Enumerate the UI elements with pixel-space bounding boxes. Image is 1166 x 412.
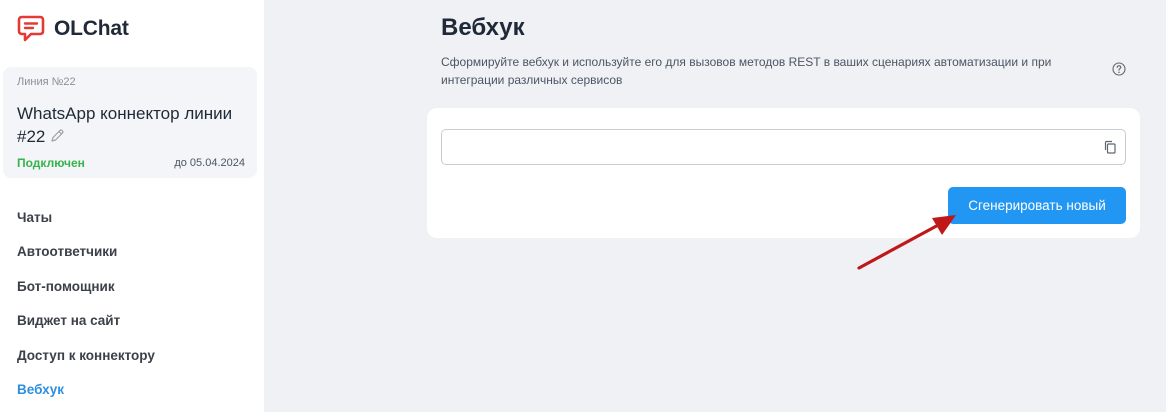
- sidebar-item-webhook[interactable]: Вебхук: [0, 373, 264, 407]
- line-card: Линия №22 WhatsApp коннектор линии #22 П…: [3, 67, 257, 178]
- page-title: Вебхук: [441, 14, 525, 41]
- expiry-date: до 05.04.2024: [174, 157, 245, 169]
- sidebar: OLChat Линия №22 WhatsApp коннектор лини…: [0, 0, 264, 412]
- webhook-url-field[interactable]: [441, 129, 1126, 165]
- page-description: Сформируйте вебхук и используйте его для…: [441, 55, 1052, 87]
- connection-status: Подключен: [17, 156, 85, 170]
- question-circle-icon[interactable]: [1112, 62, 1126, 76]
- webhook-card: Сгенерировать новый: [427, 108, 1140, 238]
- generate-new-button[interactable]: Сгенерировать новый: [948, 187, 1126, 224]
- line-number: Линия №22: [17, 76, 76, 88]
- sidebar-item-site-widget[interactable]: Виджет на сайт: [0, 304, 264, 338]
- sidebar-item-chats[interactable]: Чаты: [0, 201, 264, 235]
- line-name-wrapper: WhatsApp коннектор линии #22: [17, 102, 253, 148]
- app-logo[interactable]: OLChat: [16, 14, 129, 44]
- sidebar-item-connector-access[interactable]: Доступ к коннектору: [0, 339, 264, 373]
- annotation-arrow-icon: [857, 215, 956, 270]
- sidebar-item-bot-assistant[interactable]: Бот-помощник: [0, 270, 264, 304]
- brand-name: OLChat: [54, 17, 129, 40]
- edit-pencil-icon[interactable]: [49, 128, 65, 144]
- sidebar-nav: Чаты Автоответчики Бот-помощник Виджет н…: [0, 201, 264, 407]
- chat-bubble-logo-icon: [17, 15, 45, 42]
- sidebar-item-autoresponders[interactable]: Автоответчики: [0, 235, 264, 269]
- main-content: Вебхук Сформируйте вебхук и используйте …: [264, 0, 1166, 412]
- copy-icon[interactable]: [1103, 140, 1117, 154]
